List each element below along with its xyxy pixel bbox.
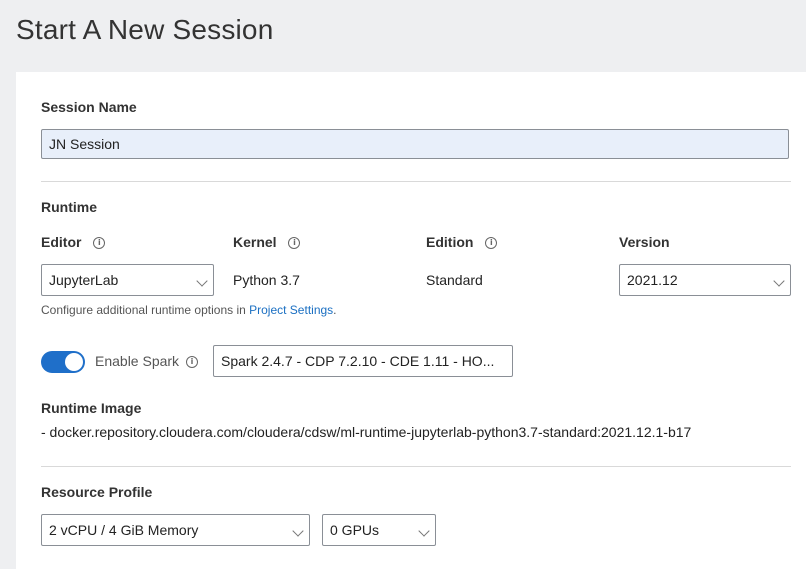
page-title: Start A New Session (16, 14, 274, 45)
session-name-input[interactable]: JN Session (41, 129, 789, 159)
edition-value: Standard (426, 272, 483, 288)
kernel-label-group: Kernel i (233, 234, 301, 250)
version-label: Version (619, 234, 670, 250)
runtime-image-label: Runtime Image (41, 400, 142, 416)
toggle-knob (65, 353, 83, 371)
version-select-value: 2021.12 (627, 272, 678, 288)
chevron-down-icon (292, 525, 304, 537)
version-select[interactable]: 2021.12 (619, 264, 791, 296)
editor-label-group: Editor i (41, 234, 106, 250)
spark-version-select[interactable]: Spark 2.4.7 - CDP 7.2.10 - CDE 1.11 - HO… (213, 345, 513, 377)
kernel-value: Python 3.7 (233, 272, 300, 288)
runtime-section-title: Runtime (41, 199, 97, 215)
edition-label-group: Edition i (426, 234, 498, 250)
editor-label: Editor (41, 234, 82, 250)
enable-spark-label: Enable Spark (95, 353, 180, 369)
runtime-hint: Configure additional runtime options in … (41, 303, 337, 317)
resource-profile-label: Resource Profile (41, 484, 153, 500)
info-icon[interactable]: i (288, 237, 301, 250)
divider (41, 466, 791, 467)
info-icon[interactable]: i (485, 237, 498, 250)
gpus-value: 0 GPUs (330, 522, 380, 538)
chevron-down-icon (773, 275, 785, 287)
gpus-select[interactable]: 0 GPUs (322, 514, 436, 546)
runtime-hint-suffix: . (333, 303, 337, 317)
session-form-card: Session Name JN Session Runtime Editor i… (16, 72, 806, 569)
resource-profile-value: 2 vCPU / 4 GiB Memory (49, 522, 199, 538)
kernel-label: Kernel (233, 234, 277, 250)
resource-profile-select[interactable]: 2 vCPU / 4 GiB Memory (41, 514, 310, 546)
edition-label: Edition (426, 234, 474, 250)
runtime-image-value: - docker.repository.cloudera.com/clouder… (41, 424, 692, 440)
session-name-label: Session Name (41, 99, 137, 115)
info-icon[interactable]: i (93, 237, 106, 250)
editor-select[interactable]: JupyterLab (41, 264, 214, 296)
chevron-down-icon (418, 525, 430, 537)
enable-spark-toggle[interactable] (41, 351, 85, 373)
runtime-hint-text: Configure additional runtime options in (41, 303, 250, 317)
chevron-down-icon (196, 275, 208, 287)
project-settings-link[interactable]: Project Settings (249, 303, 333, 317)
editor-select-value: JupyterLab (49, 272, 119, 288)
divider (41, 181, 791, 182)
info-icon[interactable]: i (186, 356, 198, 368)
